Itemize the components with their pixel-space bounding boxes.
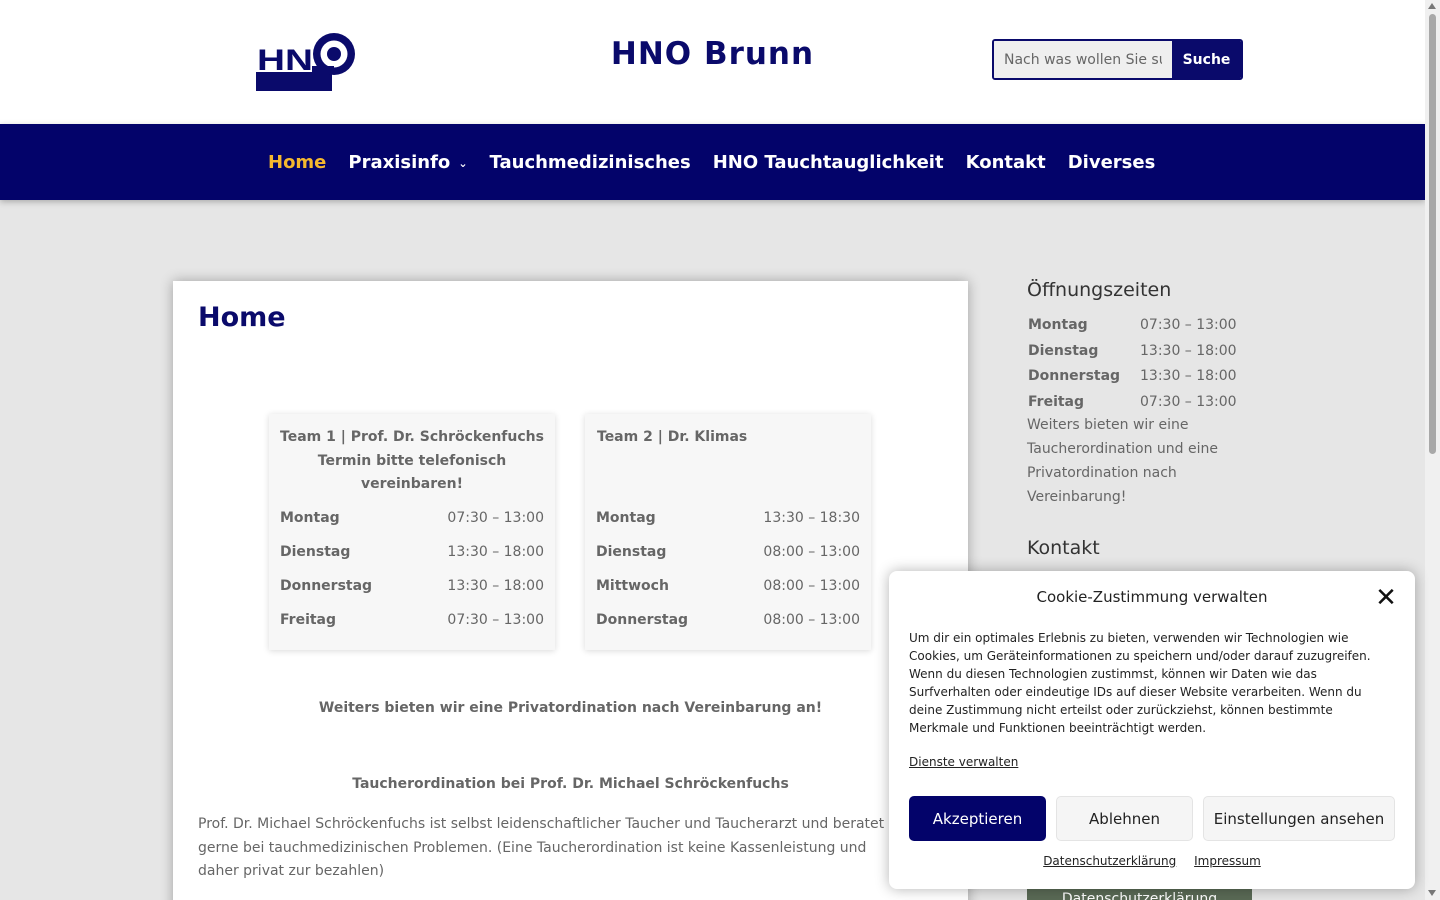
manage-services-link[interactable]: Dienste verwalten bbox=[909, 755, 1018, 769]
accept-button[interactable]: Akzeptieren bbox=[909, 796, 1046, 841]
nav-item-praxisinfo[interactable]: Praxisinfo ⌄ bbox=[348, 152, 467, 173]
cookie-title: Cookie-Zustimmung verwalten bbox=[1036, 588, 1268, 606]
nav-item-kontakt[interactable]: Kontakt bbox=[966, 152, 1046, 173]
contact-widget-title: Kontakt bbox=[1027, 537, 1100, 559]
diving-text: Prof. Dr. Michael Schröckenfuchs ist sel… bbox=[198, 816, 885, 879]
table-row: Donnerstag 13:30 – 18:00 bbox=[280, 578, 544, 594]
chevron-down-icon: ⌄ bbox=[458, 156, 468, 170]
search-input[interactable] bbox=[994, 41, 1172, 78]
cookie-consent-dialog: Cookie-Zustimmung verwalten ✕ Um dir ein… bbox=[889, 571, 1415, 889]
scroll-up-arrow-icon[interactable] bbox=[1428, 3, 1436, 9]
scroll-down-arrow-icon[interactable] bbox=[1428, 890, 1436, 896]
scroll-thumb[interactable] bbox=[1429, 14, 1436, 454]
search-button[interactable]: Suche bbox=[1172, 41, 1241, 78]
hours-note: Weiters bieten wir eine Taucherordinatio… bbox=[1027, 417, 1218, 505]
nav-item-hno-tauchtauglichkeit[interactable]: HNO Tauchtauglichkeit bbox=[713, 152, 944, 173]
table-row: Montag 07:30 – 13:00 bbox=[280, 510, 544, 526]
search-form: Suche bbox=[992, 39, 1243, 80]
team2-hours-table: Team 2 | Dr. Klimas Montag 13:30 – 18:30 … bbox=[585, 414, 871, 650]
list-item: Dienstag 13:30 – 18:00 bbox=[1028, 342, 1237, 359]
nav-item-diverses[interactable]: Diverses bbox=[1068, 152, 1156, 173]
table-row: Dienstag 08:00 – 13:00 bbox=[596, 544, 860, 560]
team2-header: Team 2 | Dr. Klimas bbox=[597, 429, 748, 445]
main-content: Home Team 1 | Prof. Dr. Schröckenfuchs T… bbox=[173, 281, 968, 900]
table-row: Freitag 07:30 – 13:00 bbox=[280, 612, 544, 628]
privacy-policy-link[interactable]: Datenschutzerklärung bbox=[1043, 854, 1176, 868]
diving-heading: Taucherordination bei Prof. Dr. Michael … bbox=[352, 776, 789, 792]
page-scrollbar[interactable] bbox=[1425, 0, 1440, 900]
team1-header: Team 1 | Prof. Dr. Schröckenfuchs Termin… bbox=[280, 429, 544, 492]
page-title: Home bbox=[198, 302, 286, 333]
table-row: Montag 13:30 – 18:30 bbox=[596, 510, 860, 526]
list-item: Montag 07:30 – 13:00 bbox=[1028, 316, 1237, 333]
list-item: Freitag 07:30 – 13:00 bbox=[1028, 393, 1237, 410]
team1-hours-table: Team 1 | Prof. Dr. Schröckenfuchs Termin… bbox=[269, 414, 555, 650]
nav-item-home[interactable]: Home bbox=[268, 152, 326, 173]
hours-widget: Montag 07:30 – 13:00 Dienstag 13:30 – 18:0… bbox=[1027, 312, 1242, 415]
cookie-links: Datenschutzerklärung Impressum bbox=[889, 854, 1415, 868]
deny-button[interactable]: Ablehnen bbox=[1056, 796, 1193, 841]
close-icon[interactable]: ✕ bbox=[1375, 585, 1397, 611]
cookie-text: Um dir ein optimales Erlebnis zu bieten,… bbox=[909, 631, 1371, 735]
main-nav: Home Praxisinfo ⌄ Tauchmedizinisches HNO … bbox=[0, 124, 1425, 200]
imprint-link[interactable]: Impressum bbox=[1194, 854, 1261, 868]
private-ordination-note: Weiters bieten wir eine Privatordination… bbox=[318, 700, 823, 716]
hours-widget-title: Öffnungszeiten bbox=[1027, 279, 1172, 301]
table-row: Dienstag 13:30 – 18:00 bbox=[280, 544, 544, 560]
table-row: Donnerstag 08:00 – 13:00 bbox=[596, 612, 860, 628]
table-row: Mittwoch 08:00 – 13:00 bbox=[596, 578, 860, 594]
view-preferences-button[interactable]: Einstellungen ansehen bbox=[1203, 796, 1395, 841]
list-item: Donnerstag 13:30 – 18:00 bbox=[1028, 368, 1237, 385]
nav-item-tauchmedizinisches[interactable]: Tauchmedizinisches bbox=[490, 152, 691, 173]
site-header: HN HNO Brunn Suche bbox=[0, 0, 1425, 124]
